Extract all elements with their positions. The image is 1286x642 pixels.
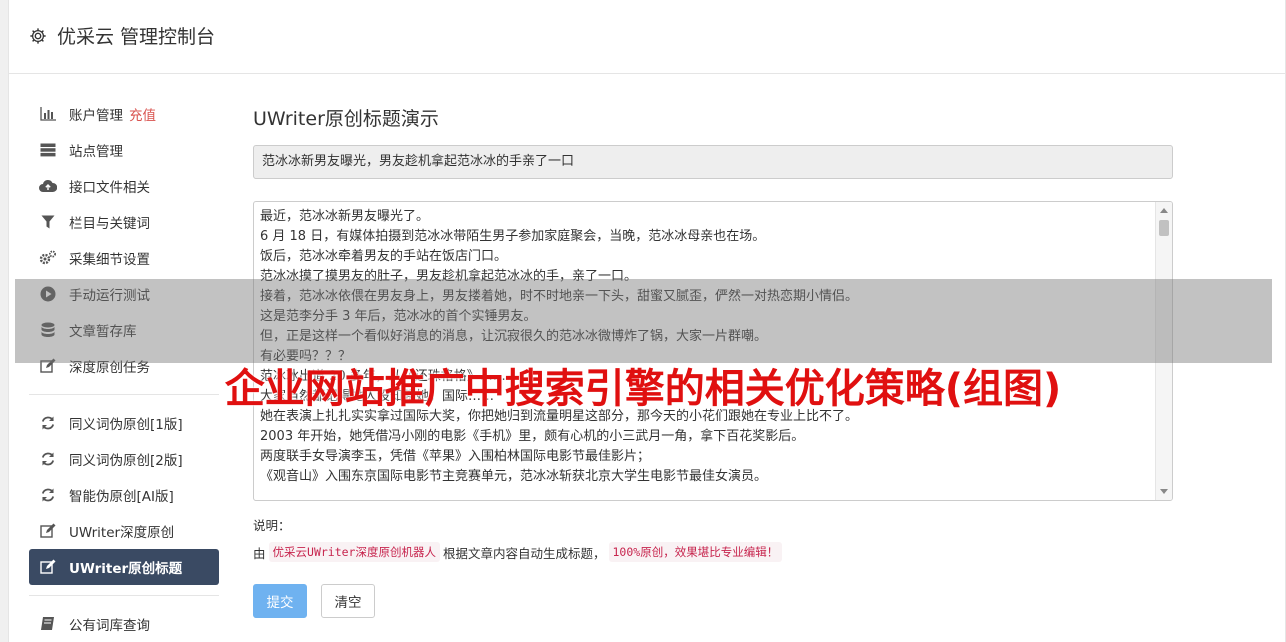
scrollbar-thumb[interactable] [1159, 220, 1169, 236]
content-line: 最近，范冰冰新男友曝光了。 [260, 209, 430, 224]
sidebar-item-label: UWriter深度原创 [69, 525, 175, 541]
note-prefix: 由 [253, 545, 266, 561]
note-middle: 根据文章内容自动生成标题， [442, 545, 606, 561]
sidebar-item-uwriter-title[interactable]: UWriter原创标题 [29, 549, 219, 585]
sidebar-item-label: UWriter原创标题 [69, 561, 183, 577]
server-icon [39, 141, 57, 159]
refresh-icon [39, 450, 57, 468]
banner-overlay [15, 279, 1272, 363]
action-buttons: 提交 清空 [253, 584, 1173, 618]
sidebar-item-label: 接口文件相关 [69, 180, 150, 196]
sidebar-item-interface[interactable]: 接口文件相关 [29, 168, 219, 204]
original-claim-chip: 100%原创，效果堪比专业编辑！ [608, 542, 783, 562]
sidebar-item-account[interactable]: 账户管理 充值 [29, 96, 219, 132]
brand[interactable]: 优采云 管理控制台 [29, 22, 215, 49]
app-title: 优采云 管理控制台 [57, 26, 216, 48]
sidebar-item-synonym-v2[interactable]: 同义词伪原创[2版] [29, 441, 219, 477]
sidebar-item-label: 栏目与关键词 [69, 216, 150, 232]
title-output-field[interactable]: 范冰冰新男友曝光，男友趁机拿起范冰冰的手亲了一口 [253, 145, 1173, 179]
note-label: 说明： [253, 518, 291, 533]
sidebar-item-keywords[interactable]: 栏目与关键词 [29, 204, 219, 240]
bar-chart-icon [39, 105, 57, 123]
top-bar: 优采云 管理控制台 [9, 0, 1285, 74]
sidebar-item-collect-settings[interactable]: 采集细节设置 [29, 240, 219, 276]
page-title: UWriter原创标题演示 [253, 108, 439, 130]
sidebar-item-label: 同义词伪原创[2版] [69, 453, 183, 469]
sidebar-item-label: 账户管理 [69, 108, 123, 124]
content-line: 饭后，范冰冰牵着男友的手站在饭店门口。 [260, 249, 508, 264]
scroll-down-arrow-icon[interactable] [1160, 489, 1168, 494]
sidebar-item-public-lexicon[interactable]: 公有词库查询 [29, 606, 219, 642]
robot-name-chip: 优采云UWriter深度原创机器人 [268, 542, 440, 562]
sidebar-item-ai-rewrite[interactable]: 智能伪原创[AI版] [29, 477, 219, 513]
note-description: 由 优采云UWriter深度原创机器人 根据文章内容自动生成标题， 100%原创… [253, 542, 1173, 562]
watermark-title: 企业网站推广中搜索引擎的相关优化策略(组图) [224, 366, 1062, 412]
scroll-up-arrow-icon[interactable] [1160, 208, 1168, 213]
gear-icon [30, 27, 46, 44]
sidebar-divider [29, 595, 219, 596]
content-line: 2003 年开始，她凭借冯小刚的电影《手机》里，颇有心机的小三武月一角，拿下百花… [260, 429, 805, 444]
sidebar-item-label: 智能伪原创[AI版] [69, 489, 174, 505]
sidebar-item-label: 公有词库查询 [69, 618, 150, 634]
refresh-icon [39, 414, 57, 432]
sidebar-item-label: 同义词伪原创[1版] [69, 417, 183, 433]
sidebar-item-sites[interactable]: 站点管理 [29, 132, 219, 168]
cloud-upload-icon [39, 177, 57, 195]
content-line: 两度联手女导演李玉，凭借《苹果》入围柏林国际电影节最佳影片； [260, 449, 651, 464]
content-line: 6 月 18 日，有媒体拍摄到范冰冰带陌生男子参加家庭聚会，当晚，范冰冰母亲也在… [260, 229, 766, 244]
filter-icon [39, 213, 57, 231]
sidebar-item-uwriter-deep[interactable]: UWriter深度原创 [29, 513, 219, 549]
content-line: 《观音山》入围东京国际电影节主竞赛单元，范冰冰斩获北京大学生电影节最佳女演员。 [260, 469, 768, 484]
sidebar-item-label: 采集细节设置 [69, 252, 150, 268]
book-icon [39, 615, 57, 633]
submit-button[interactable]: 提交 [253, 584, 307, 618]
refresh-icon [39, 486, 57, 504]
cogs-icon [39, 249, 57, 267]
clear-button[interactable]: 清空 [321, 584, 375, 618]
edit-icon [39, 558, 57, 576]
edit-icon [39, 522, 57, 540]
sidebar-item-label: 站点管理 [69, 144, 123, 160]
recharge-link[interactable]: 充值 [129, 104, 156, 124]
